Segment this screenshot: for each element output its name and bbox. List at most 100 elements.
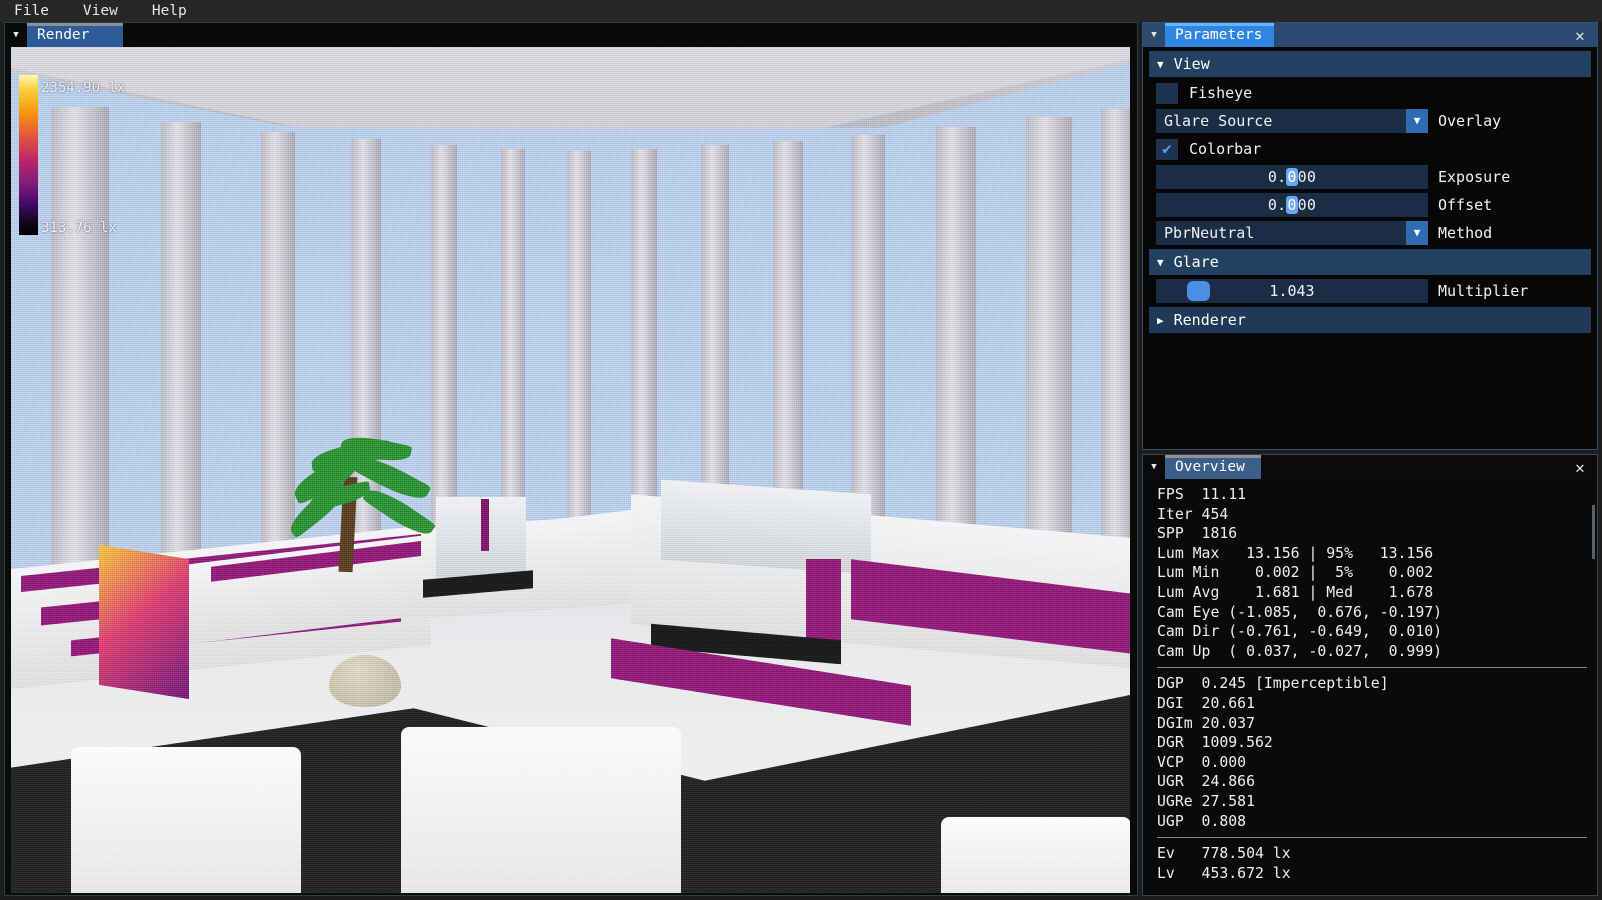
overview-line-vcp: VCP 0.000 xyxy=(1157,753,1247,771)
overview-line-dgim: DGIm 20.037 xyxy=(1157,714,1255,732)
overview-line-cam-up: Cam Up ( 0.037, -0.027, 0.999) xyxy=(1157,642,1443,660)
divider xyxy=(1157,837,1587,839)
overlay-label: Overlay xyxy=(1438,111,1502,130)
triangle-down-icon[interactable]: ▼ xyxy=(1143,23,1165,47)
colorbar-max-label: 2354.90 lx xyxy=(41,80,126,96)
offset-value-prefix: 0. xyxy=(1267,195,1287,214)
offset-value-selected: 0 xyxy=(1286,195,1298,214)
render-image[interactable]: 2354.90 lx 313.76 lx xyxy=(11,47,1130,893)
divider xyxy=(1157,667,1587,669)
tab-overview[interactable]: Overview xyxy=(1165,455,1261,479)
tab-render-label: Render xyxy=(37,27,90,43)
chevron-down-icon[interactable]: ▼ xyxy=(1406,220,1428,245)
render-tabbar: ▼ Render xyxy=(5,23,1137,47)
overlay-dropdown[interactable]: Glare Source ▼ xyxy=(1156,108,1428,133)
tab-parameters[interactable]: Parameters xyxy=(1165,23,1275,47)
section-title-view: View xyxy=(1173,55,1210,73)
overview-line-ugp: UGP 0.808 xyxy=(1157,812,1247,830)
method-dropdown[interactable]: PbrNeutral ▼ xyxy=(1156,220,1428,245)
parameters-tabbar: ▼ Parameters ✕ xyxy=(1143,23,1597,47)
control-exposure: 0.000 Exposure xyxy=(1149,163,1591,190)
control-colorbar[interactable]: ✔ Colorbar xyxy=(1149,135,1591,163)
overview-group-glare-metrics: DGP 0.245 [Imperceptible] DGI 20.661 DGI… xyxy=(1157,674,1597,831)
render-canvas-area[interactable]: 2354.90 lx 313.76 lx xyxy=(5,47,1137,895)
colorbar-checkbox[interactable]: ✔ xyxy=(1156,138,1178,160)
render-noise-overlay xyxy=(11,47,1130,893)
triangle-down-icon: ▼ xyxy=(1157,57,1164,71)
overview-line-lum-max: Lum Max 13.156 | 95% 13.156 xyxy=(1157,544,1434,562)
overview-line-lv: Lv 453.672 lx xyxy=(1157,864,1291,882)
check-icon: ✔ xyxy=(1162,139,1172,158)
slider-handle[interactable] xyxy=(1187,280,1210,301)
fisheye-checkbox[interactable] xyxy=(1156,82,1178,104)
render-image-pixels xyxy=(11,47,1130,893)
triangle-down-icon[interactable]: ▼ xyxy=(1143,455,1165,479)
section-header-renderer[interactable]: ▶ Renderer xyxy=(1149,307,1591,333)
overview-line-spp: SPP 1816 xyxy=(1157,525,1238,543)
overview-tabbar: ▼ Overview ✕ xyxy=(1143,455,1597,479)
tab-parameters-label: Parameters xyxy=(1175,27,1263,43)
overview-line-lum-min: Lum Min 0.002 | 5% 0.002 xyxy=(1157,564,1434,582)
control-fisheye[interactable]: Fisheye xyxy=(1149,79,1591,107)
overview-line-dgi: DGI 20.661 xyxy=(1157,694,1255,712)
colorbar-gradient xyxy=(19,75,38,235)
overview-line-fps: FPS 11.11 xyxy=(1157,486,1247,503)
menu-file[interactable]: File xyxy=(14,0,65,22)
overview-panel: ▼ Overview ✕ FPS 11.11 Iter 454 SPP 1816… xyxy=(1142,454,1598,896)
colorbar-min-label: 313.76 lx xyxy=(41,220,117,236)
method-label: Method xyxy=(1438,223,1493,242)
overview-line-ugr: UGR 24.866 xyxy=(1157,773,1255,791)
section-title-renderer: Renderer xyxy=(1173,311,1246,329)
triangle-down-icon[interactable]: ▼ xyxy=(5,23,27,47)
exposure-label: Exposure xyxy=(1438,167,1511,186)
scrollbar[interactable] xyxy=(1592,505,1595,559)
application-window: File View Help ▼ Render 2354.90 lx 313.7… xyxy=(0,0,1602,900)
overview-line-ev: Ev 778.504 lx xyxy=(1157,845,1291,863)
menu-view[interactable]: View xyxy=(83,0,134,22)
method-value: PbrNeutral xyxy=(1164,223,1255,242)
control-overlay: Glare Source ▼ Overlay xyxy=(1149,107,1591,134)
overview-line-cam-eye: Cam Eye (-1.085, 0.676, -0.197) xyxy=(1157,603,1443,621)
close-icon[interactable]: ✕ xyxy=(1563,23,1597,47)
control-method: PbrNeutral ▼ Method xyxy=(1149,219,1591,246)
triangle-right-icon: ▶ xyxy=(1157,313,1164,327)
section-title-glare: Glare xyxy=(1173,253,1219,271)
overview-line-ugre: UGRe 27.581 xyxy=(1157,792,1255,810)
tab-render[interactable]: Render xyxy=(27,23,123,47)
section-header-glare[interactable]: ▼ Glare xyxy=(1149,249,1591,275)
tabbar-spacer xyxy=(123,23,1137,47)
offset-label: Offset xyxy=(1438,195,1493,214)
offset-value-suffix: 00 xyxy=(1297,195,1317,214)
exposure-value-prefix: 0. xyxy=(1267,167,1287,186)
overview-line-iter: Iter 454 xyxy=(1157,505,1229,523)
control-offset: 0.000 Offset xyxy=(1149,191,1591,218)
colorbar-label: Colorbar xyxy=(1189,140,1262,158)
control-multiplier: 1.043 Multiplier xyxy=(1149,277,1591,304)
tab-overview-label: Overview xyxy=(1175,459,1245,475)
exposure-value-selected: 0 xyxy=(1286,167,1298,186)
menu-help[interactable]: Help xyxy=(152,0,203,22)
overview-group-render-stats: FPS 11.11 Iter 454 SPP 1816 Lum Max 13.1… xyxy=(1157,485,1597,661)
tabbar-spacer xyxy=(1274,23,1563,47)
overview-line-cam-dir: Cam Dir (-0.761, -0.649, 0.010) xyxy=(1157,623,1443,641)
parameters-panel: ▼ Parameters ✕ ▼ View Fisheye Glare Sour… xyxy=(1142,22,1598,450)
triangle-down-icon: ▼ xyxy=(1157,255,1164,269)
fisheye-label: Fisheye xyxy=(1189,84,1253,102)
multiplier-label: Multiplier xyxy=(1438,281,1529,300)
overview-line-lum-avg: Lum Avg 1.681 | Med 1.678 xyxy=(1157,583,1434,601)
render-viewport-panel: ▼ Render 2354.90 lx 313.76 lx xyxy=(4,22,1138,896)
close-icon[interactable]: ✕ xyxy=(1563,455,1597,479)
multiplier-slider[interactable]: 1.043 xyxy=(1156,278,1428,303)
overlay-value: Glare Source xyxy=(1164,111,1273,130)
chevron-down-icon[interactable]: ▼ xyxy=(1406,108,1428,133)
exposure-input[interactable]: 0.000 xyxy=(1156,164,1428,189)
multiplier-value: 1.043 xyxy=(1269,281,1315,300)
overview-line-dgr: DGR 1009.562 xyxy=(1157,734,1273,752)
offset-input[interactable]: 0.000 xyxy=(1156,192,1428,217)
parameters-content: ▼ View Fisheye Glare Source ▼ Overlay ✔ … xyxy=(1143,47,1597,449)
overview-group-illuminance: Ev 778.504 lx Lv 453.672 lx xyxy=(1157,844,1597,883)
overview-line-dgp: DGP 0.245 [Imperceptible] xyxy=(1157,675,1389,693)
exposure-value-suffix: 00 xyxy=(1297,167,1317,186)
menu-bar: File View Help xyxy=(0,0,1602,22)
section-header-view[interactable]: ▼ View xyxy=(1149,51,1591,77)
